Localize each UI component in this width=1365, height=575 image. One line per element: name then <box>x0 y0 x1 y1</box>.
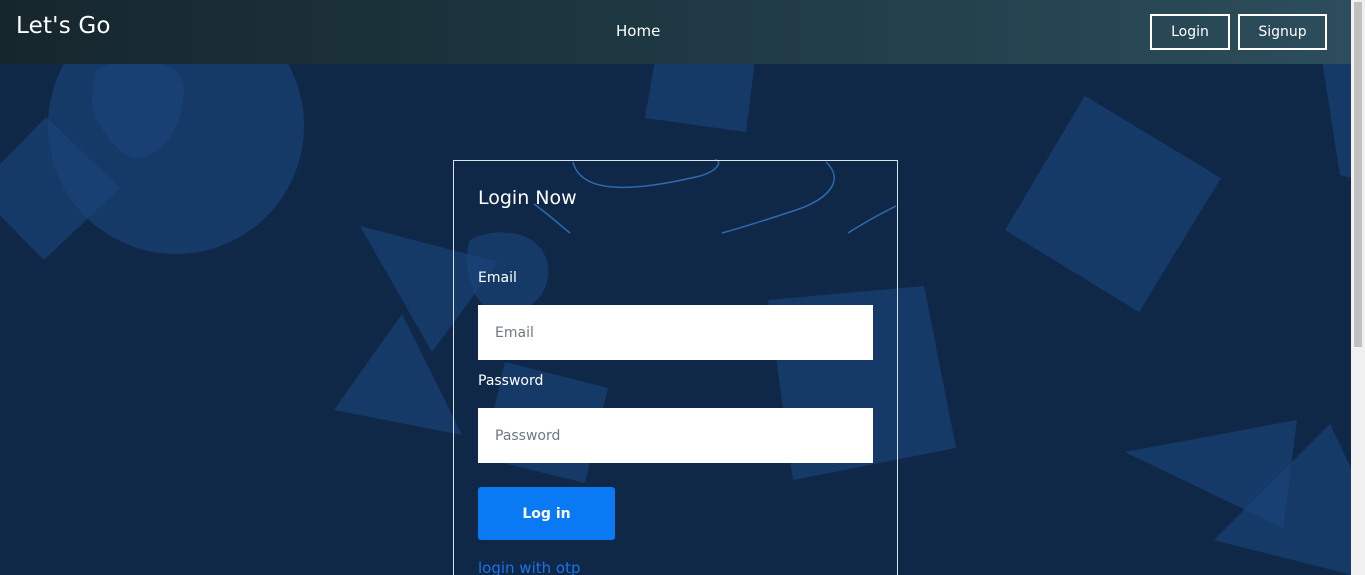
email-label: Email <box>478 270 517 286</box>
brand-logo[interactable]: Let's Go <box>16 13 111 39</box>
login-submit-button[interactable]: Log in <box>478 487 615 540</box>
nav-signup-button[interactable]: Signup <box>1238 14 1327 50</box>
login-title: Login Now <box>478 187 577 209</box>
nav-home-link[interactable]: Home <box>616 22 660 40</box>
login-card: Login Now Email Password Log in login wi… <box>453 160 898 575</box>
password-label: Password <box>478 373 544 389</box>
email-input[interactable] <box>478 305 873 360</box>
bg-quad-top <box>645 60 755 132</box>
nav-login-button[interactable]: Login <box>1150 14 1230 50</box>
bg-edge-shape <box>1322 60 1352 178</box>
login-with-otp-link[interactable]: login with otp <box>478 559 580 575</box>
vertical-scrollbar[interactable] <box>1351 0 1365 575</box>
password-input[interactable] <box>478 408 873 463</box>
bg-square-right <box>1005 96 1221 312</box>
top-navbar: Let's Go Home Login Signup <box>0 0 1351 64</box>
scrollbar-thumb[interactable] <box>1354 2 1362 347</box>
